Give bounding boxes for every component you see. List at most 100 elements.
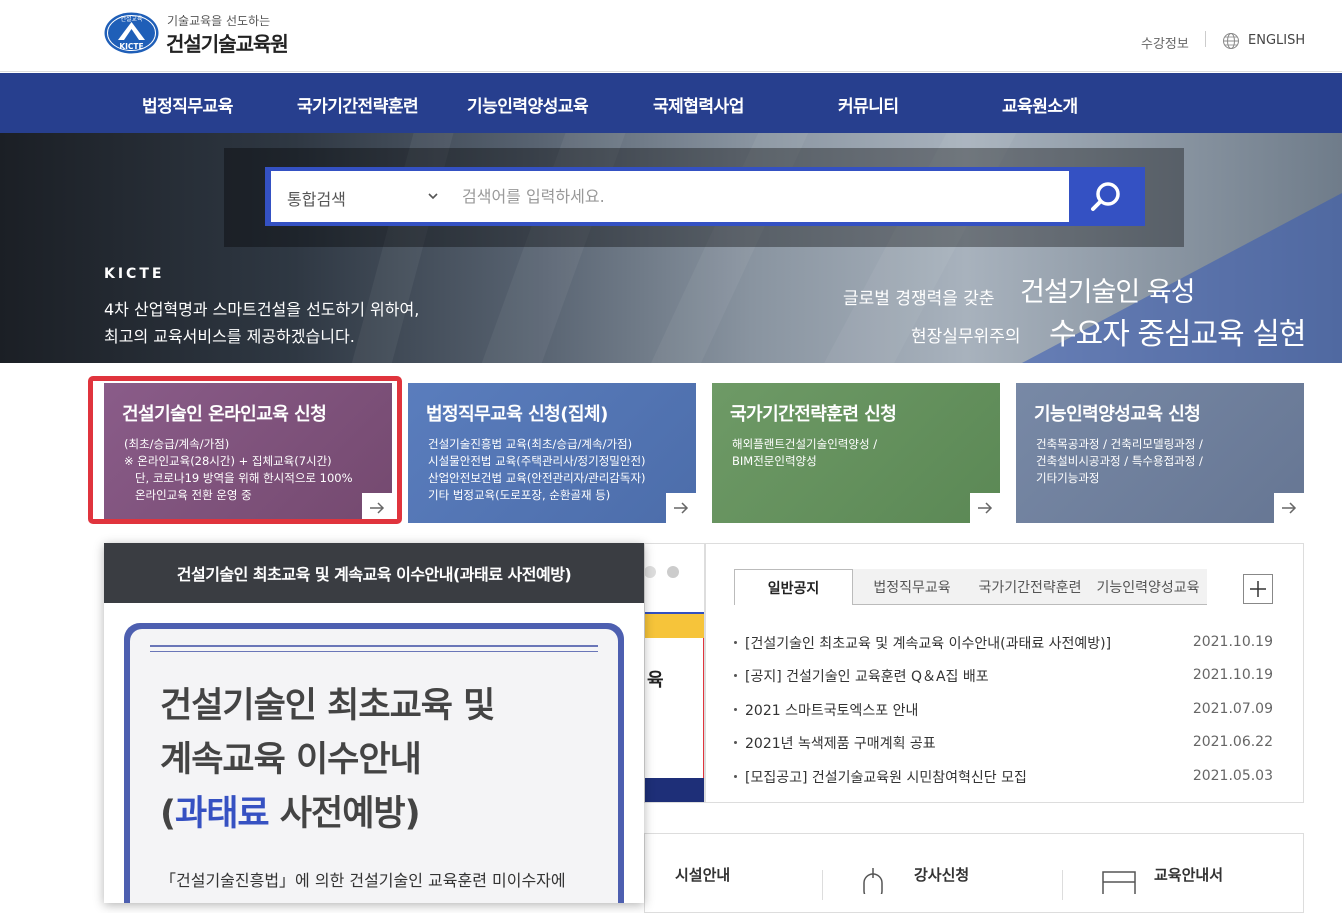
poster-heading-rest: 사전예방)	[268, 794, 421, 834]
card-desc-line: 건축설비시공과정 / 특수용접과정 /	[1036, 454, 1203, 468]
card-desc-line: 건축목공과정 / 건축리모델링과정 /	[1036, 437, 1203, 451]
tab-skilled-workforce[interactable]: 기능인력양성교육	[1089, 569, 1207, 605]
nav-item-about[interactable]: 교육원소개	[1002, 92, 1078, 117]
notice-popup[interactable]: 건설기술인 최초교육 및 계속교육 이수안내(과태료 사전예방) 건설기술인 최…	[104, 543, 644, 903]
util-enroll-link[interactable]: 수강정보	[1141, 33, 1189, 52]
more-button[interactable]	[1243, 574, 1273, 604]
tab-general-notice[interactable]: 일반공지	[734, 569, 853, 605]
card-arrow-button[interactable]	[1274, 493, 1304, 523]
nav-item-skilled-workforce[interactable]: 기능인력양성교육	[467, 92, 589, 117]
hero-desc-line1: 4차 산업혁명과 스마트건설을 선도하기 위하여,	[104, 300, 420, 319]
nav-item-community[interactable]: 커뮤니티	[838, 92, 899, 117]
card-desc-line: 시설물안전법 교육(주택관리사/정기정밀안전)	[428, 454, 646, 468]
quick-link-facilities[interactable]: 시설안내	[675, 864, 730, 885]
poster-heading-line1: 건설기술인 최초교육 및	[160, 686, 495, 726]
notice-title[interactable]: 2021 스마트국토엑스포 안내	[745, 700, 918, 720]
notice-title[interactable]: [건설기술인 최초교육 및 계속교육 이수안내(과태료 사전예방)]	[745, 633, 1111, 653]
quick-link-instructor-apply[interactable]: 강사신청	[914, 864, 969, 885]
card-desc-line: 산업안전보건법 교육(안전관리자/관리감독자)	[428, 471, 646, 485]
poster-rule	[150, 651, 598, 652]
card-arrow-button[interactable]	[970, 493, 1000, 523]
poster-heading-line2: 계속교육 이수안내	[160, 740, 422, 780]
quick-divider	[1062, 870, 1063, 900]
banner-decor	[645, 778, 704, 802]
hero-desc-line2: 최고의 교육서비스를 제공하겠습니다.	[104, 327, 355, 346]
card-desc-line: 건설기술진흥법 교육(최초/승급/계속/가점)	[428, 437, 633, 451]
card-skilled-workforce[interactable]: 기능인력양성교육 신청 건축목공과정 / 건축리모델링과정 / 건축설비시공과정…	[1016, 383, 1304, 523]
poster-subtext: 「건설기술진흥법」에 의한 건설기술인 교육훈련 미이수자에	[160, 871, 566, 890]
logo-tagline: 기술교육을 선도하는	[167, 14, 271, 28]
notice-title[interactable]: [공지] 건설기술인 교육훈련 Q＆A집 배포	[745, 666, 989, 686]
search-button[interactable]	[1069, 171, 1142, 222]
card-title: 국가기간전략훈련 신청	[730, 404, 897, 425]
arrow-right-icon	[1282, 502, 1297, 514]
notice-item[interactable]: 2021 스마트국토엑스포 안내 2021.07.09	[733, 700, 1278, 720]
card-arrow-button[interactable]	[666, 493, 696, 523]
nav-item-international[interactable]: 국제협력사업	[653, 92, 744, 117]
kicte-emblem-icon[interactable]: 건설교육 KICTE	[104, 12, 159, 54]
popup-title: 건설기술인 최초교육 및 계속교육 이수안내(과태료 사전예방)	[176, 565, 572, 584]
hero-slogan1-big: 건설기술인 육성	[1020, 277, 1195, 308]
search-scope-select[interactable]: 통합검색	[287, 186, 346, 210]
bullet-icon	[734, 641, 737, 644]
card-desc: 해외플랜트건설기술인력양성 / BIM전문인력양성	[732, 436, 877, 470]
notice-date: 2021.05.03	[1192, 768, 1273, 784]
arrow-right-icon	[674, 502, 689, 514]
nav-item-national-strategic[interactable]: 국가기간전략훈련	[297, 92, 419, 117]
notice-item[interactable]: [건설기술인 최초교육 및 계속교육 이수안내(과태료 사전예방)] 2021.…	[733, 633, 1278, 653]
bullet-icon	[734, 741, 737, 744]
nav-item-legal-training[interactable]: 법정직무교육	[142, 92, 233, 117]
promo-banner-slider[interactable]: 육	[644, 543, 705, 803]
card-title: 법정직무교육 신청(집체)	[426, 404, 608, 425]
poster-heading-paren: (	[160, 794, 176, 834]
mouse-icon	[863, 868, 883, 894]
poster-body: 건설기술인 최초교육 및 계속교육 이수안내 (과태료 사전예방) 「건설기술진…	[130, 629, 618, 903]
hero-slogan2-small: 현장실무위주의	[911, 327, 1021, 347]
tab-national-strategic[interactable]: 국가기간전략훈련	[971, 569, 1089, 605]
notice-date: 2021.07.09	[1192, 701, 1273, 717]
card-legal-training[interactable]: 법정직무교육 신청(집체) 건설기술진흥법 교육(최초/승급/계속/가점) 시설…	[408, 383, 696, 523]
banner-decor	[645, 638, 704, 778]
card-desc: 건설기술진흥법 교육(최초/승급/계속/가점) 시설물안전법 교육(주택관리사/…	[428, 436, 646, 504]
notice-title[interactable]: 2021년 녹색제품 구매계획 공표	[745, 733, 936, 753]
globe-icon	[1223, 33, 1239, 49]
bullet-icon	[734, 775, 737, 778]
banner-decor	[645, 612, 704, 638]
notice-date: 2021.06.22	[1192, 734, 1273, 750]
card-national-strategic[interactable]: 국가기간전략훈련 신청 해외플랜트건설기술인력양성 / BIM전문인력양성	[712, 383, 1000, 523]
notice-item[interactable]: [모집공고] 건설기술교육원 시민참여혁신단 모집 2021.05.03	[733, 767, 1278, 787]
bullet-icon	[734, 708, 737, 711]
card-desc-line: BIM전문인력양성	[732, 454, 817, 468]
notice-date: 2021.10.19	[1192, 634, 1273, 650]
card-desc-line: 기타 법정교육(도로포장, 순환골재 등)	[428, 488, 611, 502]
util-english-link[interactable]: ENGLISH	[1248, 33, 1305, 48]
popup-header: 건설기술인 최초교육 및 계속교육 이수안내(과태료 사전예방)	[104, 543, 644, 603]
card-desc: 건축목공과정 / 건축리모델링과정 / 건축설비시공과정 / 특수용접과정 / …	[1036, 436, 1203, 487]
notice-date: 2021.10.19	[1192, 667, 1273, 683]
quick-divider	[822, 870, 823, 900]
card-desc-line: 기타기능과정	[1036, 471, 1100, 485]
notice-title[interactable]: [모집공고] 건설기술교육원 시민참여혁신단 모집	[745, 767, 1027, 787]
site-header: 건설교육 KICTE 기술교육을 선도하는 건설기술교육원 수강정보 ENGLI…	[0, 0, 1342, 72]
card-title: 기능인력양성교육 신청	[1034, 404, 1201, 425]
arrow-right-icon	[978, 502, 993, 514]
brochure-icon	[1102, 871, 1136, 894]
card-desc-line: 해외플랜트건설기술인력양성 /	[732, 437, 878, 451]
banner-text: 육	[647, 670, 664, 691]
poster-heading-line3: (과태료 사전예방)	[160, 785, 421, 836]
logo-title[interactable]: 건설기술교육원	[166, 28, 289, 57]
chevron-down-icon[interactable]	[427, 190, 439, 202]
search-input[interactable]	[450, 172, 1060, 220]
notice-item[interactable]: 2021년 녹색제품 구매계획 공표 2021.06.22	[733, 733, 1278, 753]
quick-link-guide[interactable]: 교육안내서	[1154, 864, 1223, 885]
plus-icon	[1250, 581, 1266, 597]
search-icon	[1090, 181, 1120, 211]
util-divider	[1205, 31, 1206, 47]
tab-legal-training[interactable]: 법정직무교육	[853, 569, 971, 605]
emblem-text-bottom: KICTE	[119, 42, 143, 51]
poster-heading-highlight: 과태료	[175, 794, 270, 834]
popup-poster[interactable]: 건설기술인 최초교육 및 계속교육 이수안내 (과태료 사전예방) 「건설기술진…	[124, 623, 624, 903]
hero-slogan1-small: 글로벌 경쟁력을 갖춘	[843, 289, 995, 309]
slider-dots[interactable]	[645, 564, 705, 580]
notice-item[interactable]: [공지] 건설기술인 교육훈련 Q＆A집 배포 2021.10.19	[733, 666, 1278, 686]
